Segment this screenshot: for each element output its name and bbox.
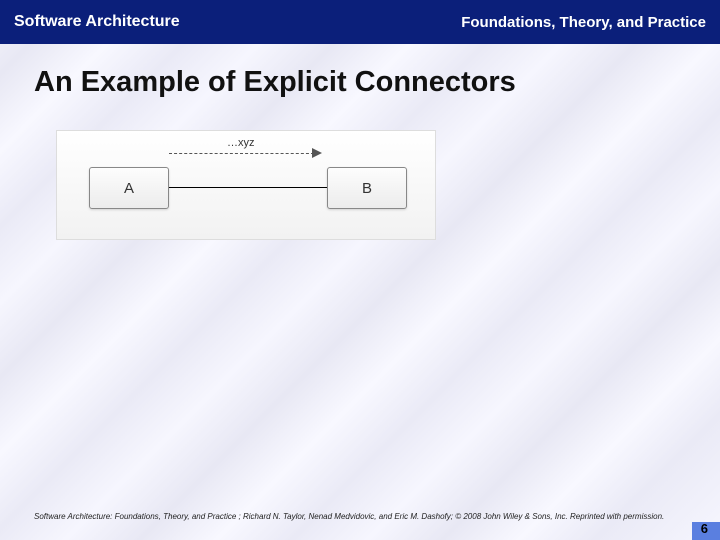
solid-connector <box>169 187 327 188</box>
arrowhead-icon <box>312 148 322 158</box>
component-box-a: A <box>89 167 169 209</box>
footer-citation: Software Architecture: Foundations, Theo… <box>34 512 680 522</box>
slide-title: An Example of Explicit Connectors <box>0 44 720 111</box>
slide-header: Software Architecture Foundations, Theor… <box>0 0 720 44</box>
page-number: 6 <box>701 521 708 536</box>
connector-diagram: …xyz A B <box>56 130 436 240</box>
slide: Software Architecture Foundations, Theor… <box>0 0 720 540</box>
header-right-text: Foundations, Theory, and Practice <box>461 14 706 31</box>
component-a-label: A <box>124 180 134 197</box>
component-box-b: B <box>327 167 407 209</box>
header-left-text: Software Architecture <box>14 13 180 31</box>
dashed-connector <box>169 153 314 154</box>
component-b-label: B <box>362 180 372 197</box>
arrow-label: …xyz <box>227 137 255 149</box>
